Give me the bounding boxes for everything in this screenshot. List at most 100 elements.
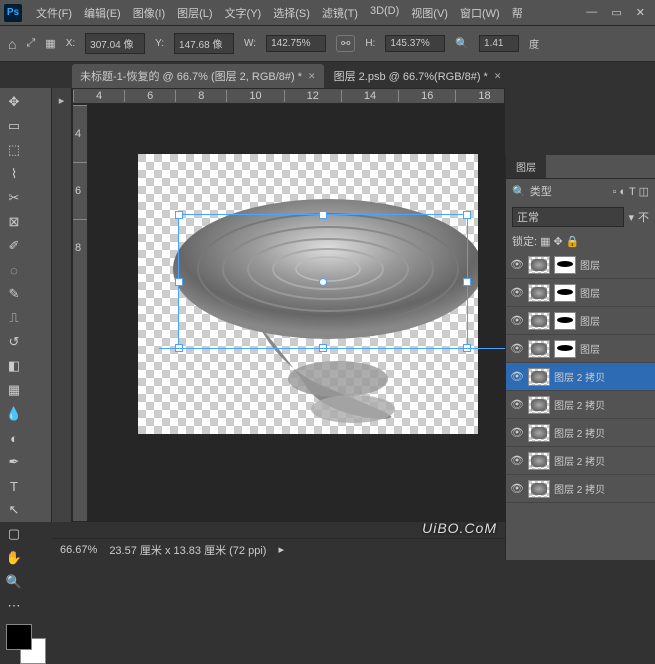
zoom-level[interactable]: 66.67% xyxy=(60,544,97,556)
visibility-icon[interactable]: 👁 xyxy=(510,370,524,383)
tab-close-icon[interactable]: ✕ xyxy=(494,71,502,82)
brush-tool[interactable]: ✎ xyxy=(2,282,26,306)
menu-滤镜(T)[interactable]: 滤镜(T) xyxy=(316,5,364,21)
transform-bounding-box[interactable] xyxy=(178,214,468,349)
close-icon[interactable]: ✕ xyxy=(636,6,645,19)
transform-icon[interactable]: ⤢ xyxy=(26,37,35,50)
visibility-icon[interactable]: 👁 xyxy=(510,342,524,355)
visibility-icon[interactable]: 👁 xyxy=(510,482,524,495)
lock-position-icon[interactable]: ✥ xyxy=(553,235,562,248)
zoom-tool[interactable]: 🔍 xyxy=(2,570,26,594)
lock-all-icon[interactable]: 🔒 xyxy=(566,235,580,248)
h-input[interactable]: 145.37% xyxy=(385,35,445,52)
layer-row[interactable]: 👁图层 2 拷贝 xyxy=(506,447,655,475)
move-tool[interactable]: ✥ xyxy=(2,90,26,114)
panel-icon[interactable]: ▸ xyxy=(59,94,65,107)
artboard-tool[interactable]: ▭ xyxy=(2,114,26,138)
tab-close-icon[interactable]: ✕ xyxy=(308,71,316,82)
menu-图像(I)[interactable]: 图像(I) xyxy=(127,5,171,21)
layer-thumbnail[interactable] xyxy=(528,340,550,358)
mask-thumbnail[interactable] xyxy=(554,312,576,330)
menu-图层(L)[interactable]: 图层(L) xyxy=(171,5,218,21)
w-input[interactable]: 142.75% xyxy=(266,35,326,52)
layer-row[interactable]: 👁图层 xyxy=(506,335,655,363)
home-icon[interactable]: ⌂ xyxy=(8,36,16,52)
layer-row[interactable]: 👁图层 2 拷贝 xyxy=(506,419,655,447)
gradient-tool[interactable]: ▦ xyxy=(2,378,26,402)
chevron-right-icon[interactable]: ▸ xyxy=(278,543,284,556)
layer-thumbnail[interactable] xyxy=(528,452,550,470)
shape-tool[interactable]: ▢ xyxy=(2,522,26,546)
stamp-tool[interactable]: ⎍ xyxy=(2,306,26,330)
zoom-search-input[interactable]: 1.41 xyxy=(479,35,519,52)
type-tool[interactable]: T xyxy=(2,474,26,498)
blend-mode-select[interactable]: 正常 xyxy=(512,207,624,227)
lock-pixels-icon[interactable]: ▦ xyxy=(540,235,550,248)
visibility-icon[interactable]: 👁 xyxy=(510,314,524,327)
eyedropper-tool[interactable]: ✐ xyxy=(2,234,26,258)
document-tab[interactable]: 图层 2.psb @ 66.7%(RGB/8#) *✕ xyxy=(326,64,510,88)
y-input[interactable]: 147.68 像 xyxy=(174,33,234,54)
layer-thumbnail[interactable] xyxy=(528,368,550,386)
hand-tool[interactable]: ✋ xyxy=(2,546,26,570)
menu-帮[interactable]: 帮 xyxy=(506,5,529,21)
mask-thumbnail[interactable] xyxy=(554,256,576,274)
layer-thumbnail[interactable] xyxy=(528,284,550,302)
x-input[interactable]: 307.04 像 xyxy=(85,33,145,54)
visibility-icon[interactable]: 👁 xyxy=(510,426,524,439)
layer-thumbnail[interactable] xyxy=(528,312,550,330)
handle-top-left[interactable] xyxy=(175,211,183,219)
visibility-icon[interactable]: 👁 xyxy=(510,286,524,299)
menu-视图(V)[interactable]: 视图(V) xyxy=(405,5,454,21)
handle-top-right[interactable] xyxy=(463,211,471,219)
eraser-tool[interactable]: ◧ xyxy=(2,354,26,378)
menu-选择(S)[interactable]: 选择(S) xyxy=(267,5,316,21)
layer-thumbnail[interactable] xyxy=(528,424,550,442)
layer-thumbnail[interactable] xyxy=(528,480,550,498)
layer-thumbnail[interactable] xyxy=(528,396,550,414)
layer-row[interactable]: 👁图层 2 拷贝 xyxy=(506,475,655,503)
handle-right[interactable] xyxy=(463,278,471,286)
maximize-icon[interactable]: ▭ xyxy=(611,6,621,19)
lasso-tool[interactable]: ⌇ xyxy=(2,162,26,186)
foreground-color[interactable] xyxy=(6,624,32,650)
mask-thumbnail[interactable] xyxy=(554,284,576,302)
handle-left[interactable] xyxy=(175,278,183,286)
mask-thumbnail[interactable] xyxy=(554,340,576,358)
menu-3D(D)[interactable]: 3D(D) xyxy=(364,5,405,21)
layer-row[interactable]: 👁图层 2 拷贝 xyxy=(506,363,655,391)
menu-文字(Y)[interactable]: 文字(Y) xyxy=(219,5,268,21)
handle-top[interactable] xyxy=(319,211,327,219)
layer-row[interactable]: 👁图层 xyxy=(506,279,655,307)
layer-row[interactable]: 👁图层 2 拷贝 xyxy=(506,391,655,419)
history-brush-tool[interactable]: ↺ xyxy=(2,330,26,354)
more-tool[interactable]: ⋯ xyxy=(2,594,26,618)
minimize-icon[interactable]: — xyxy=(586,6,597,19)
path-tool[interactable]: ↖ xyxy=(2,498,26,522)
crop-tool[interactable]: ✂ xyxy=(2,186,26,210)
dodge-tool[interactable]: ◐ xyxy=(2,426,26,450)
menu-编辑(E)[interactable]: 编辑(E) xyxy=(78,5,127,21)
layers-tab[interactable]: 图层 xyxy=(506,155,546,178)
layer-row[interactable]: 👁图层 xyxy=(506,251,655,279)
artboard[interactable] xyxy=(138,154,478,434)
reference-point-icon[interactable]: ▦ xyxy=(45,37,55,50)
visibility-icon[interactable]: 👁 xyxy=(510,398,524,411)
color-swatches[interactable] xyxy=(6,624,46,664)
visibility-icon[interactable]: 👁 xyxy=(510,454,524,467)
filter-icons[interactable]: ▫ ◐ T ◫ xyxy=(613,185,649,198)
layer-thumbnail[interactable] xyxy=(528,256,550,274)
chevron-down-icon[interactable]: ▾ xyxy=(628,211,634,224)
filter-type-label[interactable]: 类型 xyxy=(530,183,552,199)
link-icon[interactable]: ⚯ xyxy=(336,35,355,52)
frame-tool[interactable]: ⊠ xyxy=(2,210,26,234)
patch-tool[interactable]: ◌ xyxy=(2,258,26,282)
canvas[interactable] xyxy=(88,104,505,522)
layer-row[interactable]: 👁图层 xyxy=(506,307,655,335)
pen-tool[interactable]: ✒ xyxy=(2,450,26,474)
menu-文件(F)[interactable]: 文件(F) xyxy=(30,5,78,21)
document-tab[interactable]: 未标题-1-恢复的 @ 66.7% (图层 2, RGB/8#) *✕ xyxy=(72,64,324,88)
handle-center[interactable] xyxy=(319,278,327,286)
visibility-icon[interactable]: 👁 xyxy=(510,258,524,271)
marquee-tool[interactable]: ⬚ xyxy=(2,138,26,162)
